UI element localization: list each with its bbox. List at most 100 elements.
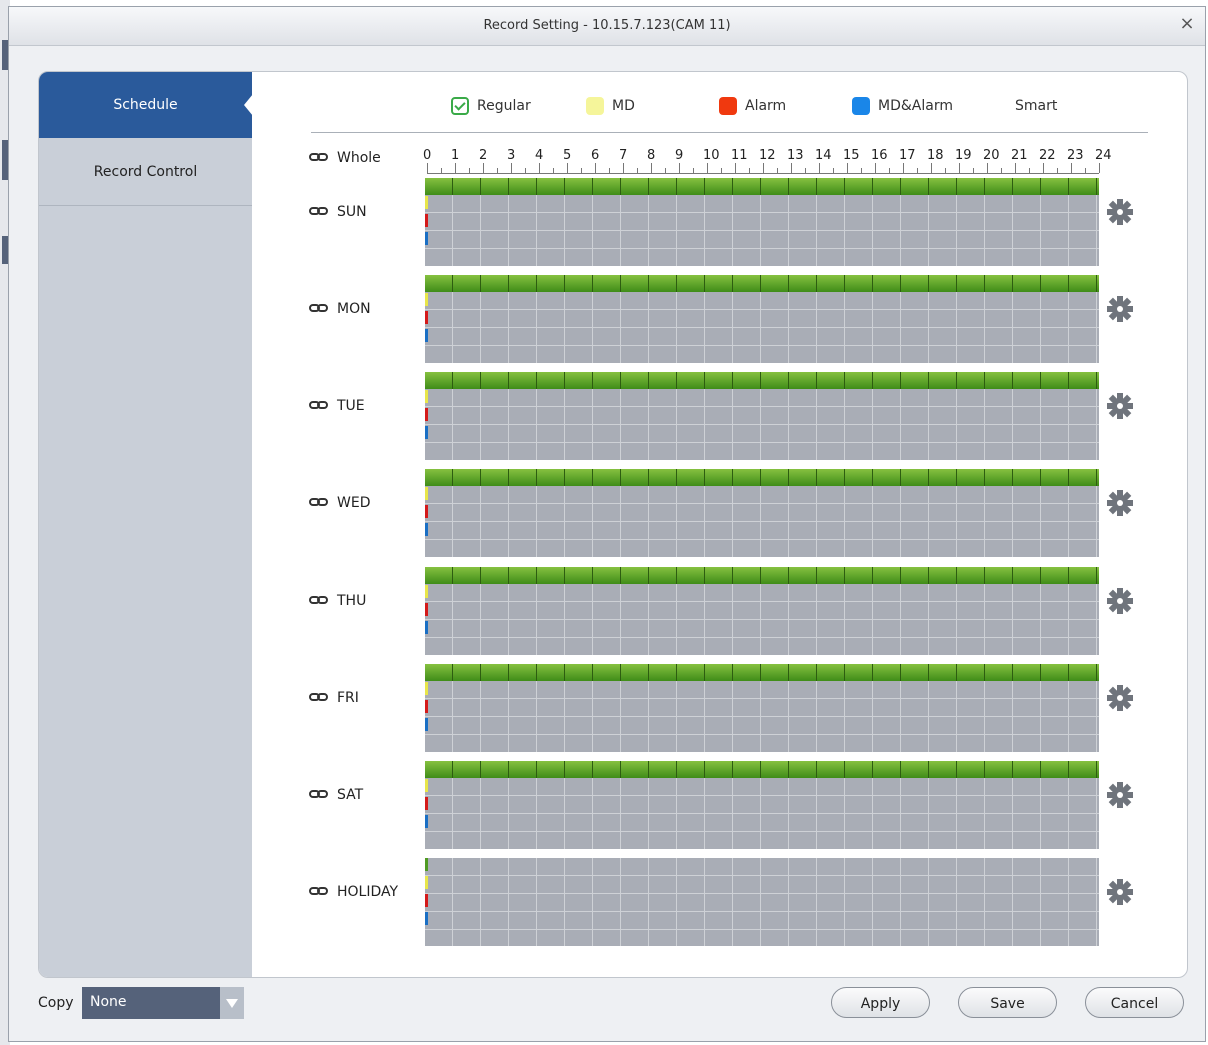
- day-row-thu[interactable]: [425, 567, 1099, 655]
- day-row-sun[interactable]: [425, 178, 1099, 266]
- legend-label: MD&Alarm: [878, 98, 953, 114]
- regular-record-bar[interactable]: [425, 372, 1099, 389]
- day-label: SAT: [337, 787, 364, 803]
- gear-icon[interactable]: [1101, 290, 1139, 328]
- hour-label: 5: [563, 148, 572, 163]
- day-link-sat[interactable]: SAT: [309, 787, 363, 803]
- ruler-tick: [539, 163, 540, 173]
- gear-icon[interactable]: [1101, 582, 1139, 620]
- copy-select[interactable]: None: [82, 987, 244, 1019]
- ruler-tick: [721, 168, 722, 173]
- ruler-tick: [833, 168, 834, 173]
- gear-icon[interactable]: [1101, 484, 1139, 522]
- hour-label: 17: [899, 148, 916, 163]
- md-alarm-strip: [425, 621, 428, 634]
- ruler-tick: [931, 163, 932, 173]
- day-link-mon[interactable]: MON: [309, 301, 371, 317]
- hour-label: 21: [1011, 148, 1028, 163]
- ruler-tick: [1057, 168, 1058, 173]
- ruler-tick: [595, 163, 596, 173]
- ruler-tick: [553, 168, 554, 173]
- sidebar-item-record-control[interactable]: Record Control: [39, 139, 252, 205]
- apply-button[interactable]: Apply: [831, 987, 930, 1018]
- hour-label: 24: [1095, 148, 1112, 163]
- day-link-thu[interactable]: THU: [309, 593, 366, 609]
- ruler-tick: [427, 163, 428, 173]
- gear-icon[interactable]: [1101, 679, 1139, 717]
- regular-record-bar[interactable]: [425, 567, 1099, 584]
- link-icon: [309, 153, 329, 163]
- md-strip: [425, 196, 428, 209]
- ruler-tick: [959, 163, 960, 173]
- md-swatch: [586, 97, 604, 115]
- hour-label: 7: [619, 148, 628, 163]
- gear-icon[interactable]: [1101, 873, 1139, 911]
- regular-record-bar[interactable]: [425, 469, 1099, 486]
- day-row-tue[interactable]: [425, 372, 1099, 460]
- regular-record-bar[interactable]: [425, 275, 1099, 292]
- gear-icon-part: [1117, 792, 1123, 798]
- day-label: FRI: [337, 690, 359, 706]
- day-link-tue[interactable]: TUE: [309, 398, 365, 414]
- hour-label: 19: [955, 148, 972, 163]
- hour-label: 15: [843, 148, 860, 163]
- md-strip: [425, 390, 428, 403]
- day-row-wed[interactable]: [425, 469, 1099, 557]
- ruler-tick: [1085, 168, 1086, 173]
- link-icon: [309, 790, 329, 800]
- legend-label: Alarm: [745, 98, 787, 114]
- legend-alarm[interactable]: Alarm: [719, 95, 786, 117]
- day-link-fri[interactable]: FRI: [309, 690, 359, 706]
- ruler-tick: [609, 168, 610, 173]
- empty-schedule-grid[interactable]: [425, 858, 1099, 946]
- ruler-tick: [665, 168, 666, 173]
- legend-md-alarm[interactable]: MD&Alarm: [852, 95, 953, 117]
- gear-icon-part: [1117, 209, 1123, 215]
- whole-link[interactable]: Whole: [309, 150, 381, 166]
- title-bar: Record Setting - 10.15.7.123(CAM 11) ×: [9, 7, 1205, 46]
- day-row-mon[interactable]: [425, 275, 1099, 363]
- alarm-swatch: [719, 97, 737, 115]
- chevron-down-icon[interactable]: [220, 987, 244, 1019]
- day-link-wed[interactable]: WED: [309, 495, 370, 511]
- regular-checkbox[interactable]: [451, 97, 469, 115]
- alarm-strip: [425, 797, 428, 810]
- legend-smart[interactable]: Smart: [1015, 95, 1057, 117]
- day-row-holiday[interactable]: [425, 858, 1099, 946]
- legend-regular[interactable]: Regular: [451, 95, 531, 117]
- empty-schedule-grid[interactable]: [425, 389, 1099, 460]
- sidebar-item-label: Record Control: [93, 164, 198, 180]
- day-link-sun[interactable]: SUN: [309, 204, 367, 220]
- gear-icon-part: [1117, 598, 1123, 604]
- empty-schedule-grid[interactable]: [425, 195, 1099, 266]
- ruler-tick: [469, 168, 470, 173]
- ruler-tick: [889, 168, 890, 173]
- sidebar: Schedule Record Control: [39, 72, 253, 977]
- regular-record-bar[interactable]: [425, 761, 1099, 778]
- legend-md[interactable]: MD: [586, 95, 635, 117]
- day-row-fri[interactable]: [425, 664, 1099, 752]
- regular-record-bar[interactable]: [425, 178, 1099, 195]
- close-icon[interactable]: ×: [1175, 13, 1199, 37]
- sidebar-item-schedule[interactable]: Schedule: [39, 72, 253, 138]
- empty-schedule-grid[interactable]: [425, 584, 1099, 655]
- day-row-sat[interactable]: [425, 761, 1099, 849]
- legend-label: Regular: [477, 98, 531, 114]
- gear-icon[interactable]: [1101, 776, 1139, 814]
- day-link-holiday[interactable]: HOLIDAY: [309, 884, 398, 900]
- hour-label: 13: [787, 148, 804, 163]
- empty-schedule-grid[interactable]: [425, 292, 1099, 363]
- empty-schedule-grid[interactable]: [425, 486, 1099, 557]
- empty-schedule-grid[interactable]: [425, 778, 1099, 849]
- regular-record-bar[interactable]: [425, 664, 1099, 681]
- hour-label: 20: [983, 148, 1000, 163]
- cancel-button[interactable]: Cancel: [1085, 987, 1184, 1018]
- ruler-tick: [483, 163, 484, 173]
- ruler-tick: [525, 168, 526, 173]
- empty-schedule-grid[interactable]: [425, 681, 1099, 752]
- gear-icon[interactable]: [1101, 193, 1139, 231]
- gear-icon[interactable]: [1101, 387, 1139, 425]
- save-button[interactable]: Save: [958, 987, 1057, 1018]
- alarm-strip: [425, 214, 428, 227]
- ruler-tick: [1099, 163, 1100, 173]
